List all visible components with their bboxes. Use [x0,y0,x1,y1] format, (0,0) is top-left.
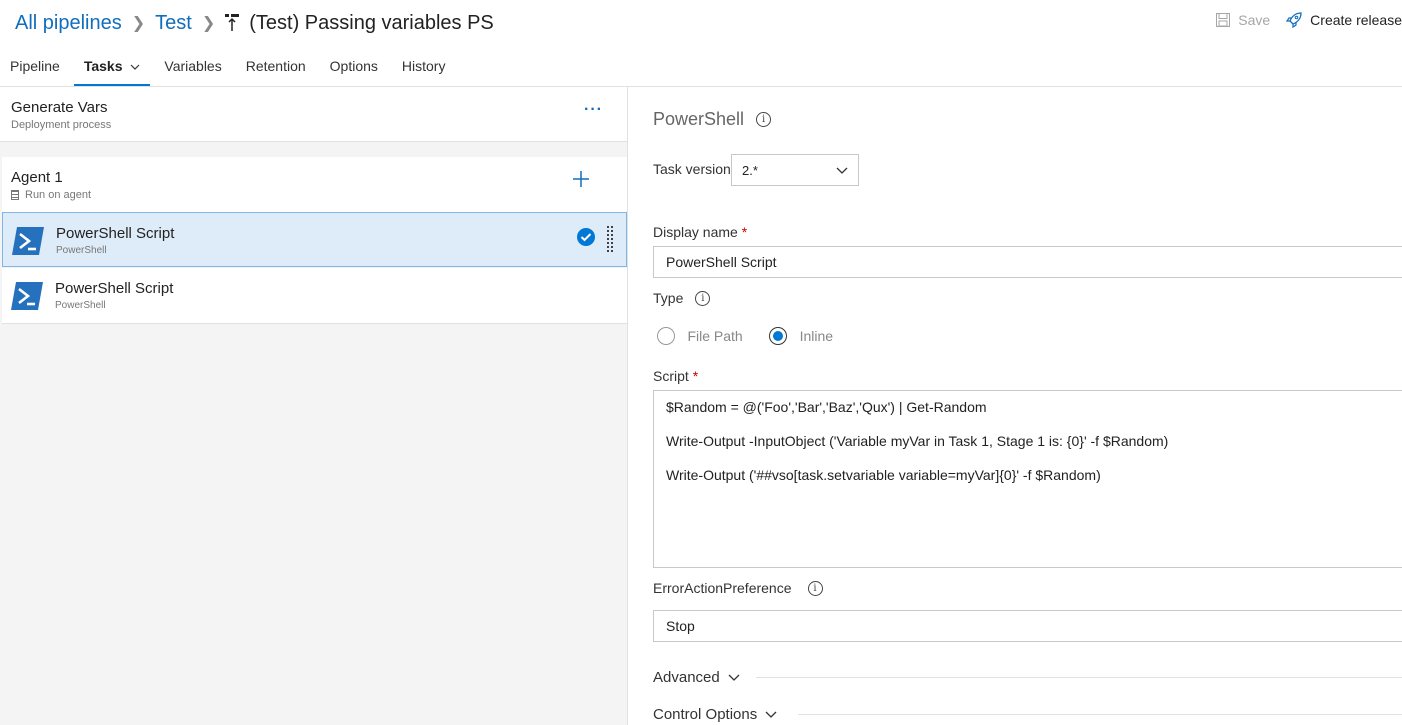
display-name-label: Display name * [653,224,747,240]
task-list-panel: Generate Vars Deployment process ··· Age… [0,87,628,725]
divider [756,677,1402,678]
chevron-down-icon [728,674,740,681]
breadcrumb-folder[interactable]: Test [155,12,192,35]
advanced-label: Advanced [653,669,720,686]
required-marker: * [741,224,748,240]
control-options-label: Control Options [653,706,758,723]
control-options-toggle[interactable]: Control Options [653,706,777,723]
script-editor[interactable]: $Random = @('Foo','Bar','Baz','Qux') | G… [653,390,1402,568]
task-name: PowerShell Script [55,280,174,297]
stage-name: Generate Vars [11,99,108,116]
type-label: Type i [653,290,711,306]
task-type: PowerShell [56,245,107,256]
task-version-value: 2.* [742,162,758,178]
tab-options[interactable]: Options [320,52,388,86]
save-icon [1216,13,1231,27]
type-radio-group: File Path Inline [657,327,833,345]
info-icon[interactable]: i [756,112,772,127]
task-version-select[interactable]: 2.* [731,154,859,186]
script-line: Write-Output ('##vso[task.setvariable va… [666,467,1101,483]
create-release-button[interactable]: Create release [1286,12,1402,28]
breadcrumb: All pipelines ❯ Test ❯ (Test) Passing va… [15,8,494,38]
add-task-icon[interactable] [572,169,590,193]
task-detail-title: PowerShell i [653,109,772,130]
checkmark-icon[interactable] [577,228,595,246]
release-pipeline-icon [225,14,240,32]
tab-pipeline[interactable]: Pipeline [0,52,70,86]
type-label-text: Type [653,290,684,306]
radio-inline-label: Inline [799,328,834,344]
script-label: Script * [653,368,698,384]
tab-variables[interactable]: Variables [154,52,231,86]
powershell-icon [11,280,43,312]
create-release-label: Create release [1310,12,1402,28]
save-button[interactable]: Save [1216,12,1270,28]
agent-subtitle: Run on agent [11,189,91,201]
drag-handle-icon[interactable] [606,225,614,253]
agent-name: Agent 1 [11,169,63,186]
more-options-icon[interactable]: ··· [584,101,603,119]
script-line: Write-Output -InputObject ('Variable myV… [666,433,1169,449]
chevron-right-icon: ❯ [131,15,146,32]
error-pref-label-text: ErrorActionPreference [653,580,792,596]
tab-tasks[interactable]: Tasks [73,52,151,86]
task-type: PowerShell [55,300,106,311]
chevron-down-icon [836,167,848,174]
advanced-section-toggle[interactable]: Advanced [653,669,740,686]
error-pref-label: ErrorActionPreference i [653,580,823,596]
task-item[interactable]: PowerShell Script PowerShell [2,212,627,267]
divider [798,714,1402,715]
server-icon [11,190,19,200]
info-icon[interactable]: i [807,580,823,596]
agent-subtitle-text: Run on agent [25,189,92,201]
task-version-label: Task version [653,161,731,177]
radio-inline[interactable] [769,327,788,345]
task-name: PowerShell Script [56,225,175,242]
script-line: $Random = @('Foo','Bar','Baz','Qux') | G… [666,399,987,415]
stage-header[interactable]: Generate Vars Deployment process ··· [0,87,627,142]
error-pref-select[interactable]: Stop [653,610,1402,642]
radio-file-path[interactable] [657,327,675,345]
chevron-right-icon: ❯ [201,15,216,32]
chevron-down-icon [130,64,140,71]
tab-retention[interactable]: Retention [236,52,316,86]
tab-history[interactable]: History [392,52,456,86]
stage-subtitle: Deployment process [11,119,112,131]
powershell-icon [12,225,44,257]
task-title-text: PowerShell [653,109,745,129]
tab-tasks-label: Tasks [83,58,123,74]
task-detail-panel: PowerShell i Task version 2.* Display na… [628,87,1402,725]
agent-job[interactable]: Agent 1 Run on agent [2,157,627,213]
save-label: Save [1238,12,1271,28]
required-marker: * [692,368,699,384]
display-name-input[interactable]: PowerShell Script [653,246,1402,278]
info-icon[interactable]: i [695,290,711,306]
rocket-icon [1286,12,1302,28]
task-item[interactable]: PowerShell Script PowerShell [2,268,627,324]
chevron-down-icon [765,711,777,718]
breadcrumb-all-pipelines[interactable]: All pipelines [15,12,122,35]
tab-bar: Pipeline Tasks Variables Retention Optio… [0,52,459,86]
display-name-label-text: Display name [653,224,738,240]
header-actions: Save Create release [1216,12,1402,28]
page-title: (Test) Passing variables PS [249,11,494,34]
script-label-text: Script [653,368,689,384]
radio-file-path-label: File Path [687,328,743,344]
